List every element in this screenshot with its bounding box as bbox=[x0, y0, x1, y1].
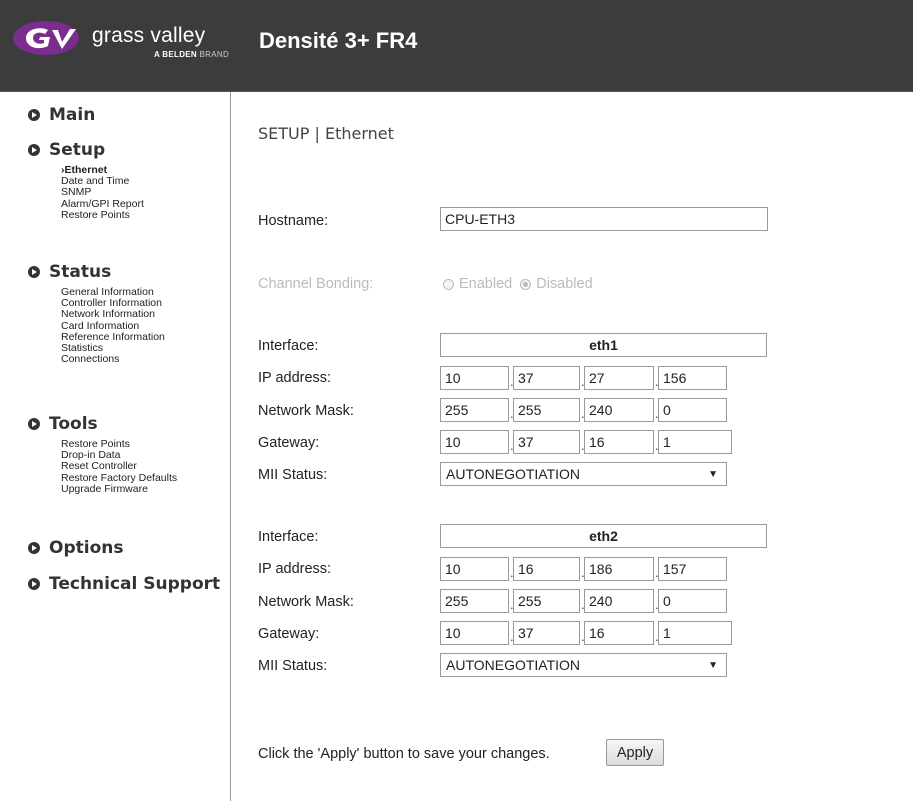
ip-octet-2-eth1[interactable]: 37 bbox=[513, 366, 580, 390]
mii-label-eth2: MII Status: bbox=[258, 658, 328, 674]
bonding-disabled-radio[interactable] bbox=[520, 278, 532, 290]
gateway-octet-1-eth1[interactable]: 10 bbox=[440, 430, 509, 454]
sidebar-item-upgrade-firmware[interactable]: Upgrade Firmware bbox=[61, 483, 177, 495]
nav-arrow-icon bbox=[28, 542, 40, 554]
nav-setup-label[interactable]: Setup bbox=[49, 140, 105, 160]
mask-octet-2-eth2[interactable]: 255 bbox=[513, 589, 580, 613]
nav-options[interactable]: Options bbox=[28, 538, 123, 558]
sidebar-item-reset-controller[interactable]: Reset Controller bbox=[61, 461, 177, 472]
sidebar-item-connections[interactable]: Connections bbox=[61, 354, 165, 365]
interface-name-eth1: eth1 bbox=[440, 333, 767, 357]
logo-sub-rest: BRAND bbox=[197, 50, 230, 59]
sidebar-item-network-information[interactable]: Network Information bbox=[61, 309, 165, 320]
mask-label-eth1: Network Mask: bbox=[258, 403, 354, 419]
bonding-disabled-label: Disabled bbox=[536, 276, 593, 292]
logo-text: grass valley bbox=[92, 24, 206, 47]
ip-octet-3-eth2[interactable]: 186 bbox=[584, 557, 654, 581]
nav-status-label[interactable]: Status bbox=[49, 262, 111, 282]
gateway-label-eth2: Gateway: bbox=[258, 626, 320, 642]
nav-tools-label[interactable]: Tools bbox=[49, 414, 98, 434]
mii-status-select-eth1[interactable]: AUTONEGOTIATION ▼ bbox=[440, 462, 727, 486]
gateway-octet-4-eth1[interactable]: 1 bbox=[658, 430, 732, 454]
interface-label-eth1: Interface: bbox=[258, 338, 319, 354]
mii-status-select-eth2[interactable]: AUTONEGOTIATION ▼ bbox=[440, 653, 727, 677]
ip-label-eth2: IP address: bbox=[258, 561, 332, 577]
mii-status-value-eth2: AUTONEGOTIATION bbox=[446, 657, 581, 673]
product-title: Densité 3+ FR4 bbox=[259, 28, 418, 53]
nav-arrow-icon bbox=[28, 266, 40, 278]
mask-octet-2-eth1[interactable]: 255 bbox=[513, 398, 580, 422]
grass-valley-logo[interactable]: grass valley A BELDEN BRAND bbox=[12, 14, 238, 74]
nav-arrow-icon bbox=[28, 109, 40, 121]
sidebar: Main Setup ›Ethernet Date and Time SNMP … bbox=[0, 92, 231, 801]
dropdown-arrow-icon: ▼ bbox=[708, 660, 718, 671]
bonding-enabled-radio[interactable] bbox=[443, 278, 454, 290]
hostname-label: Hostname: bbox=[258, 213, 329, 229]
mii-label-eth1: MII Status: bbox=[258, 467, 328, 483]
apply-button[interactable]: Apply bbox=[606, 739, 664, 766]
mask-octet-3-eth2[interactable]: 240 bbox=[584, 589, 654, 613]
interface-name-eth2: eth2 bbox=[440, 524, 767, 548]
ip-octet-1-eth1[interactable]: 10 bbox=[440, 366, 509, 390]
dropdown-arrow-icon: ▼ bbox=[708, 469, 718, 480]
mask-octet-4-eth2[interactable]: 0 bbox=[658, 589, 727, 613]
mask-octet-1-eth1[interactable]: 255 bbox=[440, 398, 509, 422]
mask-octet-1-eth2[interactable]: 255 bbox=[440, 589, 509, 613]
nav-arrow-icon bbox=[28, 578, 40, 590]
nav-main[interactable]: Main bbox=[28, 105, 95, 125]
gateway-octet-2-eth1[interactable]: 37 bbox=[513, 430, 580, 454]
sidebar-item-restore-points[interactable]: Restore Points bbox=[61, 209, 144, 221]
logo-subtext: A BELDEN BRAND bbox=[154, 50, 229, 59]
nav-options-label[interactable]: Options bbox=[49, 538, 123, 558]
logo-sub-bold: A BELDEN bbox=[154, 50, 197, 59]
apply-instructions: Click the 'Apply' button to save your ch… bbox=[258, 746, 550, 762]
gateway-octet-1-eth2[interactable]: 10 bbox=[440, 621, 509, 645]
channel-bonding-label: Channel Bonding: bbox=[258, 276, 374, 292]
gv-logo-icon bbox=[13, 21, 79, 55]
sidebar-item-snmp[interactable]: SNMP bbox=[61, 187, 144, 198]
nav-technical-support-label[interactable]: Technical Support bbox=[49, 574, 220, 594]
mii-status-value-eth1: AUTONEGOTIATION bbox=[446, 466, 581, 482]
gateway-octet-2-eth2[interactable]: 37 bbox=[513, 621, 580, 645]
bonding-enabled-label: Enabled bbox=[459, 276, 513, 292]
gateway-octet-3-eth1[interactable]: 16 bbox=[584, 430, 654, 454]
ip-octet-3-eth1[interactable]: 27 bbox=[584, 366, 654, 390]
nav-status: Status General Information Controller In… bbox=[28, 262, 165, 365]
nav-setup: Setup ›Ethernet Date and Time SNMP Alarm… bbox=[28, 140, 144, 221]
mask-octet-4-eth1[interactable]: 0 bbox=[658, 398, 727, 422]
mask-octet-3-eth1[interactable]: 240 bbox=[584, 398, 654, 422]
nav-arrow-icon bbox=[28, 418, 40, 430]
ip-octet-4-eth2[interactable]: 157 bbox=[658, 557, 727, 581]
ip-octet-1-eth2[interactable]: 10 bbox=[440, 557, 509, 581]
ip-label-eth1: IP address: bbox=[258, 370, 332, 386]
page-title: SETUP | Ethernet bbox=[258, 124, 394, 143]
gateway-label-eth1: Gateway: bbox=[258, 435, 320, 451]
nav-tools: Tools Restore Points Drop-in Data Reset … bbox=[28, 414, 177, 495]
nav-technical-support[interactable]: Technical Support bbox=[28, 574, 220, 594]
hostname-input[interactable]: CPU-ETH3 bbox=[440, 207, 768, 231]
nav-arrow-icon bbox=[28, 144, 40, 156]
gateway-octet-4-eth2[interactable]: 1 bbox=[658, 621, 732, 645]
mask-label-eth2: Network Mask: bbox=[258, 594, 354, 610]
channel-bonding-group: Enabled Disabled bbox=[443, 276, 593, 292]
nav-main-label[interactable]: Main bbox=[49, 105, 95, 125]
ip-octet-4-eth1[interactable]: 156 bbox=[658, 366, 727, 390]
gateway-octet-3-eth2[interactable]: 16 bbox=[584, 621, 654, 645]
header-bar: grass valley A BELDEN BRAND Densité 3+ F… bbox=[0, 0, 913, 92]
interface-label-eth2: Interface: bbox=[258, 529, 319, 545]
ip-octet-2-eth2[interactable]: 16 bbox=[513, 557, 580, 581]
